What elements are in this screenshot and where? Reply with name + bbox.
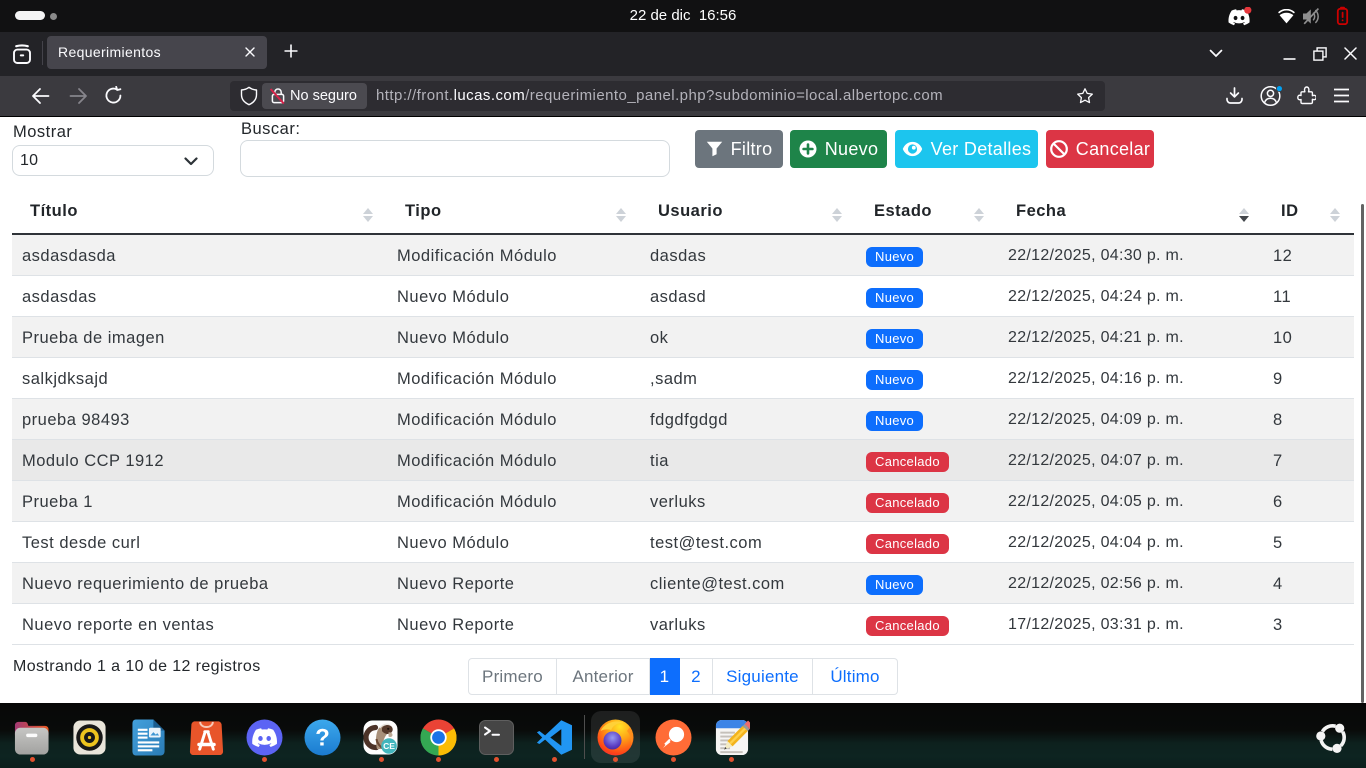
svg-text:?: ? [315,725,330,752]
svg-text:CE: CE [383,741,395,751]
